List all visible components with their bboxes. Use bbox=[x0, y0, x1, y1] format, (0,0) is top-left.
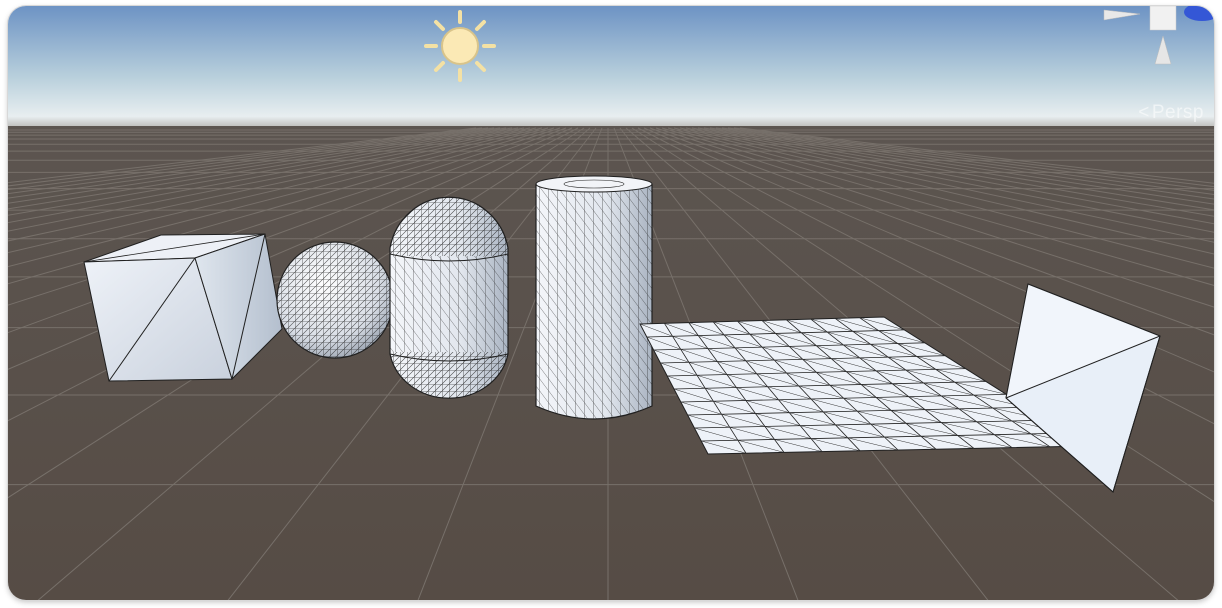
projection-toggle[interactable]: < Persp bbox=[1138, 102, 1204, 124]
cube-mesh[interactable] bbox=[83, 233, 283, 382]
sphere-mesh[interactable] bbox=[276, 241, 394, 359]
capsule-mesh[interactable] bbox=[388, 186, 510, 412]
scene-viewport[interactable] bbox=[8, 6, 1214, 600]
cylinder-mesh[interactable] bbox=[534, 175, 654, 430]
sun-icon[interactable] bbox=[424, 10, 496, 82]
sky bbox=[8, 6, 1214, 136]
chevron-left-icon: < bbox=[1138, 102, 1150, 123]
scene-view-frame: < Persp bbox=[8, 6, 1214, 600]
projection-label: Persp bbox=[1151, 102, 1204, 123]
